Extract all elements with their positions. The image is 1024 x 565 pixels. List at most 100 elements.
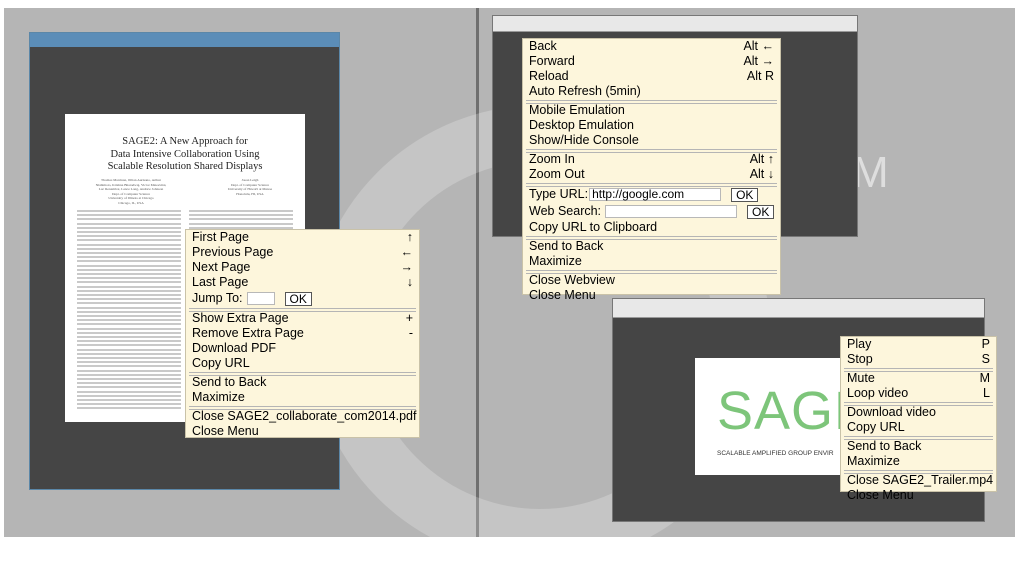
menu-item-zoom-out[interactable]: Zoom Out Alt ↓: [523, 167, 780, 182]
jump-to-row: Jump To: OK: [186, 290, 419, 307]
pdf-text-line: [77, 231, 181, 233]
menu-item-close-menu[interactable]: Close Menu: [523, 288, 780, 303]
pdf-text-line: [77, 365, 181, 368]
menu-item-last-page[interactable]: Last Page ↓: [186, 275, 419, 290]
pdf-text-line: [77, 294, 181, 296]
pdf-paper-title: SAGE2: A New Approach for Data Intensive…: [107, 136, 263, 172]
menu-item-stop[interactable]: Stop S: [841, 352, 996, 367]
menu-item-play[interactable]: Play P: [841, 337, 996, 352]
menu-item-remove-extra-page[interactable]: Remove Extra Page -: [186, 326, 419, 341]
pdf-text-line: [77, 394, 181, 397]
menu-item-close-app[interactable]: Close SAGE2_collaborate_com2014.pdf: [186, 409, 419, 424]
shortcut-m: M: [979, 371, 990, 385]
pdf-text-line: [77, 252, 181, 254]
menu-item-send-to-back[interactable]: Send to Back: [186, 375, 419, 390]
menu-item-maximize[interactable]: Maximize: [186, 390, 419, 405]
menu-item-copy-url-clipboard[interactable]: Copy URL to Clipboard: [523, 220, 780, 235]
pdf-text-line: [77, 373, 181, 376]
menu-item-download-video[interactable]: Download video: [841, 405, 996, 420]
pdf-window-titlebar[interactable]: [30, 33, 339, 47]
menu-item-next-page[interactable]: Next Page →: [186, 260, 419, 275]
jump-to-ok-button[interactable]: OK: [284, 291, 312, 306]
menu-item-copy-url[interactable]: Copy URL: [841, 420, 996, 435]
pdf-text-line: [77, 369, 181, 372]
menu-item-close-app[interactable]: Close Webview: [523, 273, 780, 288]
pdf-text-line: [77, 260, 181, 263]
pdf-text-line: [77, 239, 181, 242]
pdf-text-line: [77, 277, 181, 280]
menu-item-maximize[interactable]: Maximize: [841, 454, 996, 469]
pdf-text-line: [77, 256, 181, 259]
menu-item-auto-refresh[interactable]: Auto Refresh (5min): [523, 84, 780, 99]
menu-item-zoom-in[interactable]: Zoom In Alt ↑: [523, 152, 780, 167]
web-search-input[interactable]: [605, 205, 738, 218]
pdf-text-line: [189, 214, 293, 217]
menu-item-label: Stop: [847, 352, 873, 366]
jump-to-input[interactable]: [246, 292, 275, 305]
menu-item-maximize[interactable]: Maximize: [523, 254, 780, 269]
pdf-context-menu: First Page ↑ Previous Page ← Next Page → La…: [185, 229, 420, 438]
pdf-text-line: [77, 306, 181, 309]
jump-to-label: Jump To:: [192, 291, 243, 305]
menu-item-copy-url[interactable]: Copy URL: [186, 356, 419, 371]
menu-item-reload[interactable]: Reload Alt R: [523, 69, 780, 84]
pdf-text-line: [77, 315, 181, 317]
type-url-input[interactable]: http://google.com: [589, 188, 722, 201]
pdf-text-line: [77, 243, 181, 246]
menu-item-label: Show Extra Page: [192, 311, 289, 325]
web-search-label: Web Search:: [529, 204, 602, 218]
menu-item-send-to-back[interactable]: Send to Back: [841, 439, 996, 454]
pdf-text-line: [77, 323, 181, 326]
pdf-text-line: [189, 222, 293, 225]
shortcut-l: L: [983, 386, 990, 400]
menu-item-close-menu[interactable]: Close Menu: [841, 488, 996, 503]
video-frame[interactable]: SAGE SCALABLE AMPLIFIED GROUP ENVIR: [695, 358, 845, 475]
menu-item-label: Mute: [847, 371, 875, 385]
webview-window-titlebar[interactable]: [493, 16, 857, 32]
type-url-label: Type URL:: [529, 187, 589, 201]
pdf-text-line: [77, 268, 181, 271]
pdf-text-line: [77, 298, 181, 301]
shortcut-s: S: [981, 352, 990, 366]
menu-item-loop-video[interactable]: Loop video L: [841, 386, 996, 401]
minus-shortcut: -: [408, 326, 413, 340]
menu-item-label: Remove Extra Page: [192, 326, 304, 340]
menu-item-close-app[interactable]: Close SAGE2_Trailer.mp4: [841, 473, 996, 488]
plus-shortcut: +: [405, 311, 413, 325]
pdf-text-line: [77, 331, 181, 334]
pdf-text-line: [77, 222, 181, 225]
pdf-text-line: [77, 285, 181, 288]
type-url-ok-button[interactable]: OK: [731, 187, 759, 202]
menu-item-back[interactable]: Back Alt ←: [523, 39, 780, 54]
pdf-text-line: [189, 218, 293, 221]
menu-item-mute[interactable]: Mute M: [841, 371, 996, 386]
shortcut-alt-r: Alt R: [746, 69, 774, 83]
pdf-text-line: [77, 319, 181, 322]
menu-item-desktop-emulation[interactable]: Desktop Emulation: [523, 118, 780, 133]
arrow-up-icon: ↑: [406, 230, 413, 244]
video-context-menu: Play P Stop S Mute M Loop video L Download v…: [840, 336, 997, 502]
menu-item-label: Next Page: [192, 260, 251, 274]
menu-item-label: Previous Page: [192, 245, 274, 259]
pdf-text-line: [77, 310, 181, 313]
menu-item-show-hide-console[interactable]: Show/Hide Console: [523, 133, 780, 148]
pdf-text-line: [77, 327, 181, 330]
menu-item-previous-page[interactable]: Previous Page ←: [186, 245, 419, 260]
sage-logo: SAGE: [717, 381, 845, 441]
shortcut-p: P: [981, 337, 990, 351]
pdf-text-line: [77, 340, 181, 343]
web-search-ok-button[interactable]: OK: [747, 204, 775, 219]
menu-item-label: Zoom Out: [529, 167, 585, 181]
menu-item-close-menu[interactable]: Close Menu: [186, 424, 419, 439]
menu-item-download-pdf[interactable]: Download PDF: [186, 341, 419, 356]
webview-context-menu: Back Alt ← Forward Alt → Reload Alt R Auto …: [522, 38, 781, 302]
menu-item-forward[interactable]: Forward Alt →: [523, 54, 780, 69]
menu-item-send-to-back[interactable]: Send to Back: [523, 239, 780, 254]
menu-item-first-page[interactable]: First Page ↑: [186, 230, 419, 245]
pdf-text-line: [77, 386, 181, 389]
menu-item-show-extra-page[interactable]: Show Extra Page +: [186, 311, 419, 326]
pdf-text-line: [77, 348, 181, 351]
menu-item-mobile-emulation[interactable]: Mobile Emulation: [523, 103, 780, 118]
menu-item-label: Back: [529, 39, 557, 53]
pdf-text-line: [77, 361, 181, 364]
